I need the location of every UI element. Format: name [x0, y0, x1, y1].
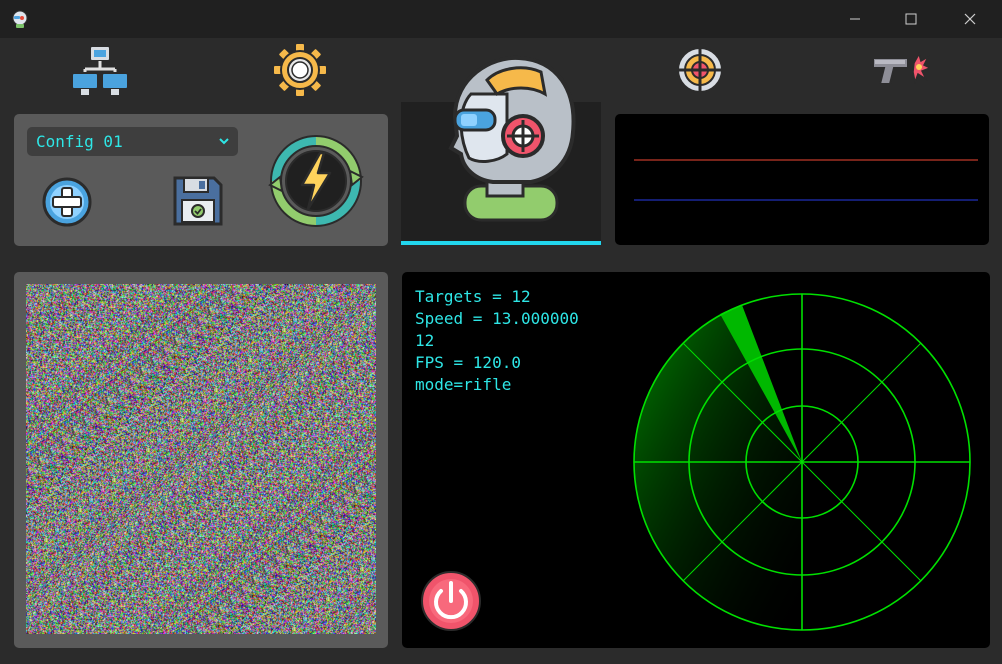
video-feed-noise	[26, 284, 376, 634]
close-icon	[964, 13, 976, 25]
close-button[interactable]	[947, 0, 993, 38]
minimize-button[interactable]	[832, 0, 878, 38]
robot-head-icon	[448, 55, 576, 222]
network-icon	[71, 45, 129, 95]
tab-network[interactable]	[60, 38, 140, 102]
config-select-value: Config 01	[36, 132, 123, 151]
tab-aim[interactable]	[401, 55, 601, 243]
app-icon	[10, 9, 30, 29]
pistol-icon	[872, 52, 930, 85]
add-config-button[interactable]	[41, 176, 93, 232]
radar-display	[633, 293, 971, 631]
minimize-icon	[850, 18, 860, 20]
radar-sweep-trail	[633, 314, 802, 630]
save-config-button[interactable]	[172, 175, 224, 231]
power-icon	[421, 571, 481, 631]
tab-settings[interactable]	[260, 38, 340, 102]
power-button[interactable]	[419, 569, 483, 637]
config-select[interactable]: Config 01	[27, 127, 238, 156]
floppy-disk-icon	[173, 176, 223, 226]
power-refresh-icon	[268, 135, 364, 227]
crosshair-icon	[674, 44, 726, 96]
line-graph	[634, 159, 978, 201]
tab-crosshair[interactable]	[660, 38, 740, 102]
chevron-down-icon	[219, 138, 229, 145]
stat-speed: Speed = 13.000000	[415, 309, 579, 328]
stat-fps: FPS = 120.0	[415, 353, 521, 372]
stat-count: 12	[415, 331, 435, 350]
maximize-icon	[905, 13, 917, 25]
activate-button[interactable]	[268, 133, 364, 233]
active-tab-indicator	[401, 241, 601, 245]
gear-icon	[272, 42, 328, 98]
stat-targets: Targets = 12	[415, 287, 531, 306]
maximize-button[interactable]	[888, 0, 934, 38]
stat-mode: mode=rifle	[415, 375, 512, 394]
tab-weapon[interactable]	[860, 38, 940, 102]
graph-panel	[615, 114, 989, 245]
plus-circle-icon	[42, 177, 92, 227]
